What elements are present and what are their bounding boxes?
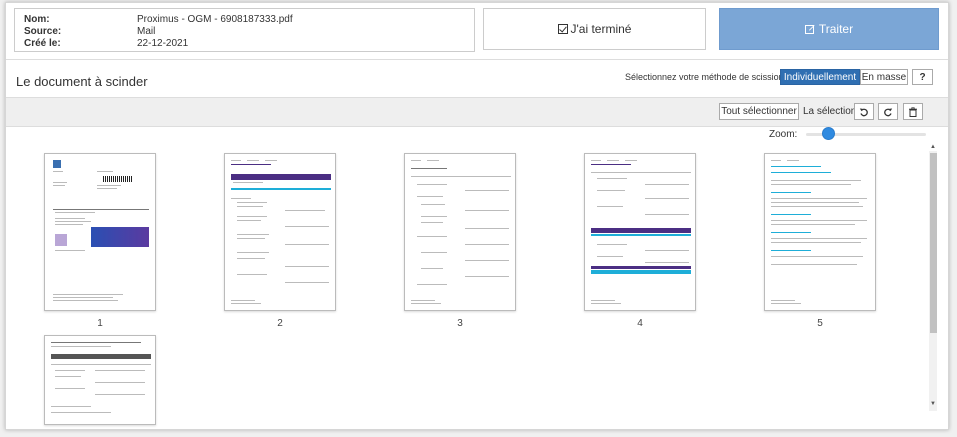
page-number-3: 3 xyxy=(457,318,463,329)
name-label: Nom: xyxy=(24,14,50,25)
checkbox-icon xyxy=(557,24,568,34)
page-thumbnail-2[interactable] xyxy=(224,153,336,311)
process-button[interactable]: Traiter xyxy=(719,8,939,50)
rotate-right-icon xyxy=(884,108,893,116)
page-title: Le document à scinder xyxy=(16,74,148,89)
zoom-slider-handle[interactable] xyxy=(822,127,835,140)
page-number-4: 4 xyxy=(637,318,643,329)
rotate-left-button[interactable] xyxy=(854,103,874,120)
name-value: Proximus - OGM - 6908187333.pdf xyxy=(137,14,293,25)
barcode-icon xyxy=(103,176,133,182)
help-button[interactable]: ? xyxy=(912,69,933,85)
page-thumbnail-3[interactable] xyxy=(404,153,516,311)
selection-label: La sélection: xyxy=(803,106,860,117)
created-value: 22-12-2021 xyxy=(137,38,189,49)
edit-icon xyxy=(804,25,815,34)
done-label: J'ai terminé xyxy=(570,22,632,36)
logo-icon xyxy=(53,160,61,168)
page-thumbnail-5[interactable] xyxy=(764,153,876,311)
method-individual-button[interactable]: Individuellement xyxy=(780,69,860,85)
method-mass-button[interactable]: En masse xyxy=(860,69,908,85)
delete-button[interactable] xyxy=(903,103,923,120)
page-number-1: 1 xyxy=(97,318,103,329)
done-button[interactable]: J'ai terminé xyxy=(483,8,706,50)
page-thumbnail-1[interactable] xyxy=(44,153,156,311)
source-label: Source: xyxy=(24,26,62,37)
rotate-right-button[interactable] xyxy=(878,103,898,120)
scroll-up-arrow-icon[interactable]: ▲ xyxy=(930,144,936,150)
page-thumbnail-4[interactable] xyxy=(584,153,696,311)
split-document-panel: Nom: Proximus - OGM - 6908187333.pdf Sou… xyxy=(5,2,949,430)
created-label: Créé le: xyxy=(24,38,61,49)
select-all-button[interactable]: Tout sélectionner xyxy=(719,103,799,120)
source-value: Mail xyxy=(137,26,156,37)
qr-code-icon xyxy=(55,234,67,246)
trash-icon xyxy=(909,106,917,117)
divider xyxy=(6,59,948,60)
page-thumbnail-6[interactable] xyxy=(44,335,156,425)
scroll-down-arrow-icon[interactable]: ▼ xyxy=(930,401,936,407)
split-method-label: Sélectionnez votre méthode de scission: xyxy=(625,72,787,82)
page-number-2: 2 xyxy=(277,318,283,329)
scrollbar-thumb[interactable] xyxy=(930,153,937,333)
zoom-label: Zoom: xyxy=(769,129,798,140)
rotate-left-icon xyxy=(859,108,868,116)
document-info: Nom: Proximus - OGM - 6908187333.pdf Sou… xyxy=(14,8,475,52)
process-label: Traiter xyxy=(818,22,854,36)
page-number-5: 5 xyxy=(817,318,823,329)
